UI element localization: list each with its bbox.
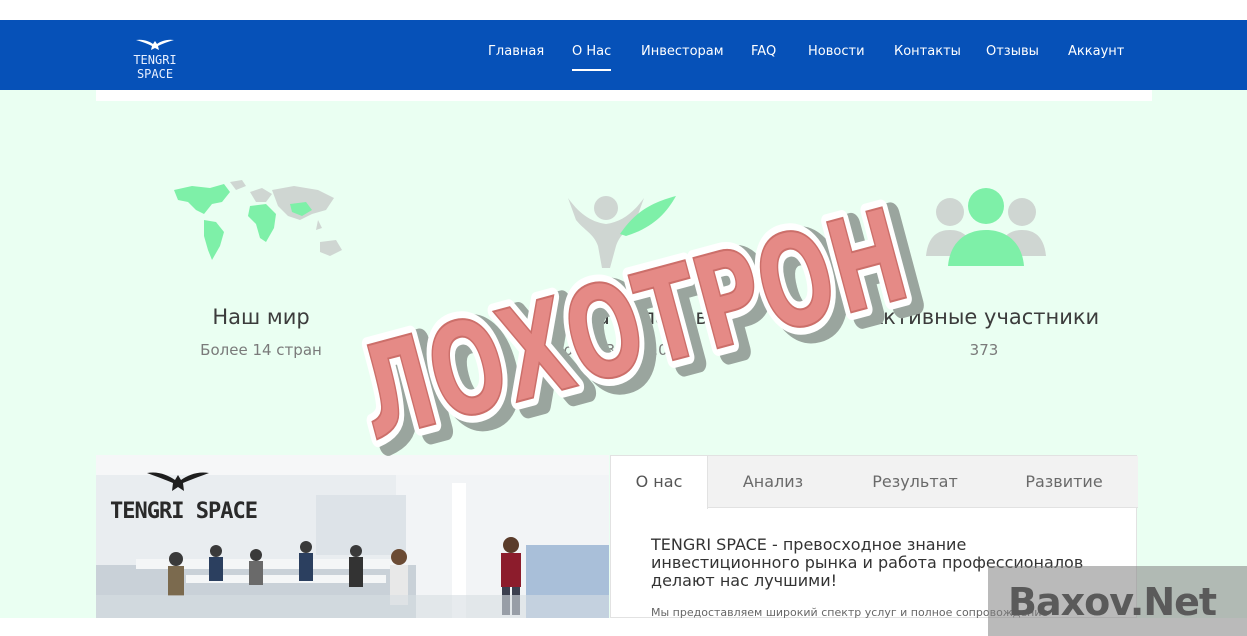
nav-item-news[interactable]: Новости xyxy=(808,44,865,59)
header-underbar xyxy=(96,90,1152,101)
photo-logo-text: TENGRI SPACE xyxy=(110,499,258,524)
eagle-logo-icon xyxy=(136,39,174,50)
nav-item-account[interactable]: Аккаунт xyxy=(1068,44,1124,59)
eagle-photo-logo-icon xyxy=(147,472,209,491)
stamp-text: ЛОХОТРОН xyxy=(343,182,922,470)
watermark: Baxov.Net xyxy=(988,566,1247,636)
nav-item-contacts[interactable]: Контакты xyxy=(894,44,961,59)
nav-item-investors[interactable]: Инвесторам xyxy=(641,44,724,59)
logo-text: TENGRI SPACE xyxy=(133,53,177,81)
tab-development[interactable]: Развитие xyxy=(1009,456,1119,508)
users-group-icon xyxy=(926,188,1046,266)
nav-item-home[interactable]: Главная xyxy=(488,44,544,59)
nav-item-reviews[interactable]: Отзывы xyxy=(986,44,1039,59)
nav-item-about[interactable]: О Нас xyxy=(572,44,612,71)
site-logo[interactable]: TENGRI SPACE xyxy=(112,36,198,81)
nav-item-faq[interactable]: FAQ xyxy=(751,44,776,59)
top-strip xyxy=(0,0,1247,20)
watermark-text: Baxov.Net xyxy=(1008,580,1217,624)
stamp-overlay: ЛОХОТРОН ЛОХОТРОН ЛОХОТРОН xyxy=(335,174,938,470)
page: TENGRI SPACE Главная О Нас Инвесторам FA… xyxy=(0,0,1247,636)
office-photo: TENGRI SPACE xyxy=(96,455,609,618)
